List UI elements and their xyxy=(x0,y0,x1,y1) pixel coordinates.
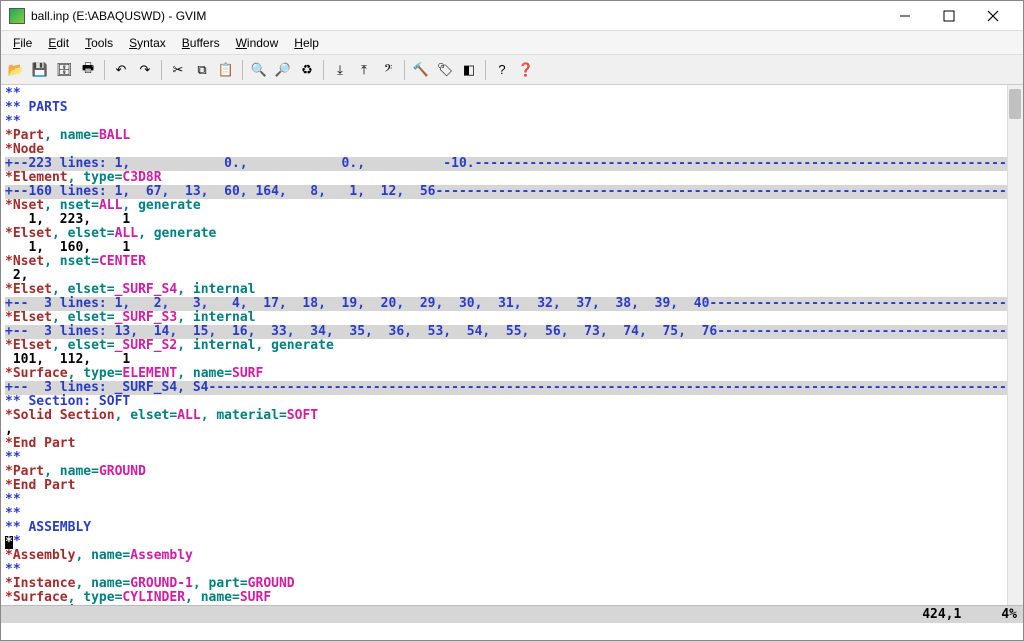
code-line[interactable]: *Element, type=C3D8R xyxy=(5,171,1019,185)
app-icon xyxy=(9,8,25,24)
save-icon[interactable]: 💾 xyxy=(29,59,51,81)
window-titlebar: ball.inp (E:\ABAQUSWD) - GVIM xyxy=(1,1,1023,31)
code-line[interactable]: ** ASSEMBLY xyxy=(5,521,1019,535)
code-line[interactable]: *Elset, elset=_SURF_S2, internal, genera… xyxy=(5,339,1019,353)
code-line[interactable]: *End Part xyxy=(5,479,1019,493)
tagjump-icon[interactable]: ◧ xyxy=(458,59,480,81)
menu-buffers[interactable]: Buffers xyxy=(174,33,228,53)
code-line[interactable]: +--160 lines: 1, 67, 13, 60, 164, 8, 1, … xyxy=(5,185,1019,199)
window-title: ball.inp (E:\ABAQUSWD) - GVIM xyxy=(31,9,883,23)
menu-window[interactable]: Window xyxy=(228,33,287,53)
save-session-icon[interactable]: ⤒ xyxy=(353,59,375,81)
menu-help[interactable]: Help xyxy=(286,33,327,53)
code-line[interactable]: ** Section: SOFT xyxy=(5,395,1019,409)
code-line[interactable]: +--223 lines: 1, 0., 0., -10.-----------… xyxy=(5,157,1019,171)
code-line[interactable]: 101, 112, 1 xyxy=(5,353,1019,367)
script-icon[interactable]: 𝄢 xyxy=(377,59,399,81)
code-line[interactable]: *Node xyxy=(5,143,1019,157)
code-line[interactable]: *Elset, elset=_SURF_S3, internal xyxy=(5,311,1019,325)
code-line[interactable]: *Instance, name=GROUND-1, part=GROUND xyxy=(5,577,1019,591)
minimize-button[interactable] xyxy=(883,2,927,30)
replace-icon[interactable]: ♻ xyxy=(296,59,318,81)
scroll-thumb[interactable] xyxy=(1009,89,1021,119)
code-line[interactable]: *Solid Section, elset=ALL, material=SOFT xyxy=(5,409,1019,423)
code-line[interactable]: 1, 223, 1 xyxy=(5,213,1019,227)
menu-tools[interactable]: Tools xyxy=(77,33,121,53)
menu-edit[interactable]: Edit xyxy=(40,33,77,53)
open-icon[interactable]: 📂 xyxy=(5,59,27,81)
code-line[interactable]: ** PARTS xyxy=(5,101,1019,115)
code-line[interactable]: ** xyxy=(5,451,1019,465)
findnext-icon[interactable]: 🔎 xyxy=(272,59,294,81)
findhelp-icon[interactable]: ❓ xyxy=(515,59,537,81)
copy-icon[interactable]: ⧉ xyxy=(191,59,213,81)
menubar: File Edit Tools Syntax Buffers Window He… xyxy=(1,31,1023,55)
editor-area[interactable]: **** PARTS***Part, name=BALL*Node+--223 … xyxy=(1,85,1023,605)
statusbar: 424,1 4% xyxy=(1,605,1023,623)
code-line[interactable]: *Nset, nset=CENTER xyxy=(5,255,1019,269)
code-line[interactable]: *Nset, nset=ALL, generate xyxy=(5,199,1019,213)
load-session-icon[interactable]: ⤓ xyxy=(329,59,351,81)
menu-syntax[interactable]: Syntax xyxy=(121,33,174,53)
make-icon[interactable]: 🔨 xyxy=(410,59,432,81)
find-icon[interactable]: 🔍 xyxy=(248,59,270,81)
vertical-scrollbar[interactable] xyxy=(1007,85,1023,605)
saveall-icon[interactable]: 🗄 xyxy=(53,59,75,81)
code-line[interactable]: 1, 160, 1 xyxy=(5,241,1019,255)
code-line[interactable]: *Elset, elset=_SURF_S4, internal xyxy=(5,283,1019,297)
code-line[interactable]: ** xyxy=(5,535,1019,549)
code-line[interactable]: *Assembly, name=Assembly xyxy=(5,549,1019,563)
code-line[interactable]: +-- 3 lines: 13, 14, 15, 16, 33, 34, 35,… xyxy=(5,325,1019,339)
code-line[interactable]: *Part, name=BALL xyxy=(5,129,1019,143)
paste-icon[interactable]: 📋 xyxy=(215,59,237,81)
print-icon[interactable]: 🖶 xyxy=(77,59,99,81)
code-line[interactable]: , xyxy=(5,423,1019,437)
code-line[interactable]: *Surface, type=CYLINDER, name=SURF xyxy=(5,591,1019,605)
undo-icon[interactable]: ↶ xyxy=(110,59,132,81)
maximize-button[interactable] xyxy=(927,2,971,30)
code-line[interactable]: ** xyxy=(5,507,1019,521)
help-icon[interactable]: ? xyxy=(491,59,513,81)
code-line[interactable]: *Elset, elset=ALL, generate xyxy=(5,227,1019,241)
code-line[interactable]: +-- 3 lines: 1, 2, 3, 4, 17, 18, 19, 20,… xyxy=(5,297,1019,311)
code-line[interactable]: ** xyxy=(5,493,1019,507)
toolbar: 📂💾🗄🖶 ↶↷ ✂⧉📋 🔍🔎♻ ⤓⤒𝄢 🔨🏷◧?❓ xyxy=(1,55,1023,85)
code-line[interactable]: 2, xyxy=(5,269,1019,283)
code-line[interactable]: *Part, name=GROUND xyxy=(5,465,1019,479)
code-line[interactable]: +-- 3 lines: _SURF_S4, S4---------------… xyxy=(5,381,1019,395)
code-line[interactable]: *Surface, type=ELEMENT, name=SURF xyxy=(5,367,1019,381)
code-line[interactable]: ** xyxy=(5,563,1019,577)
cut-icon[interactable]: ✂ xyxy=(167,59,189,81)
tags-icon[interactable]: 🏷 xyxy=(434,59,456,81)
cursor-position: 424,1 xyxy=(922,607,961,622)
redo-icon[interactable]: ↷ xyxy=(134,59,156,81)
close-button[interactable] xyxy=(971,2,1015,30)
code-line[interactable]: *End Part xyxy=(5,437,1019,451)
code-line[interactable]: ** xyxy=(5,115,1019,129)
scroll-percent: 4% xyxy=(1001,607,1017,622)
menu-file[interactable]: File xyxy=(5,33,40,53)
code-line[interactable]: ** xyxy=(5,87,1019,101)
